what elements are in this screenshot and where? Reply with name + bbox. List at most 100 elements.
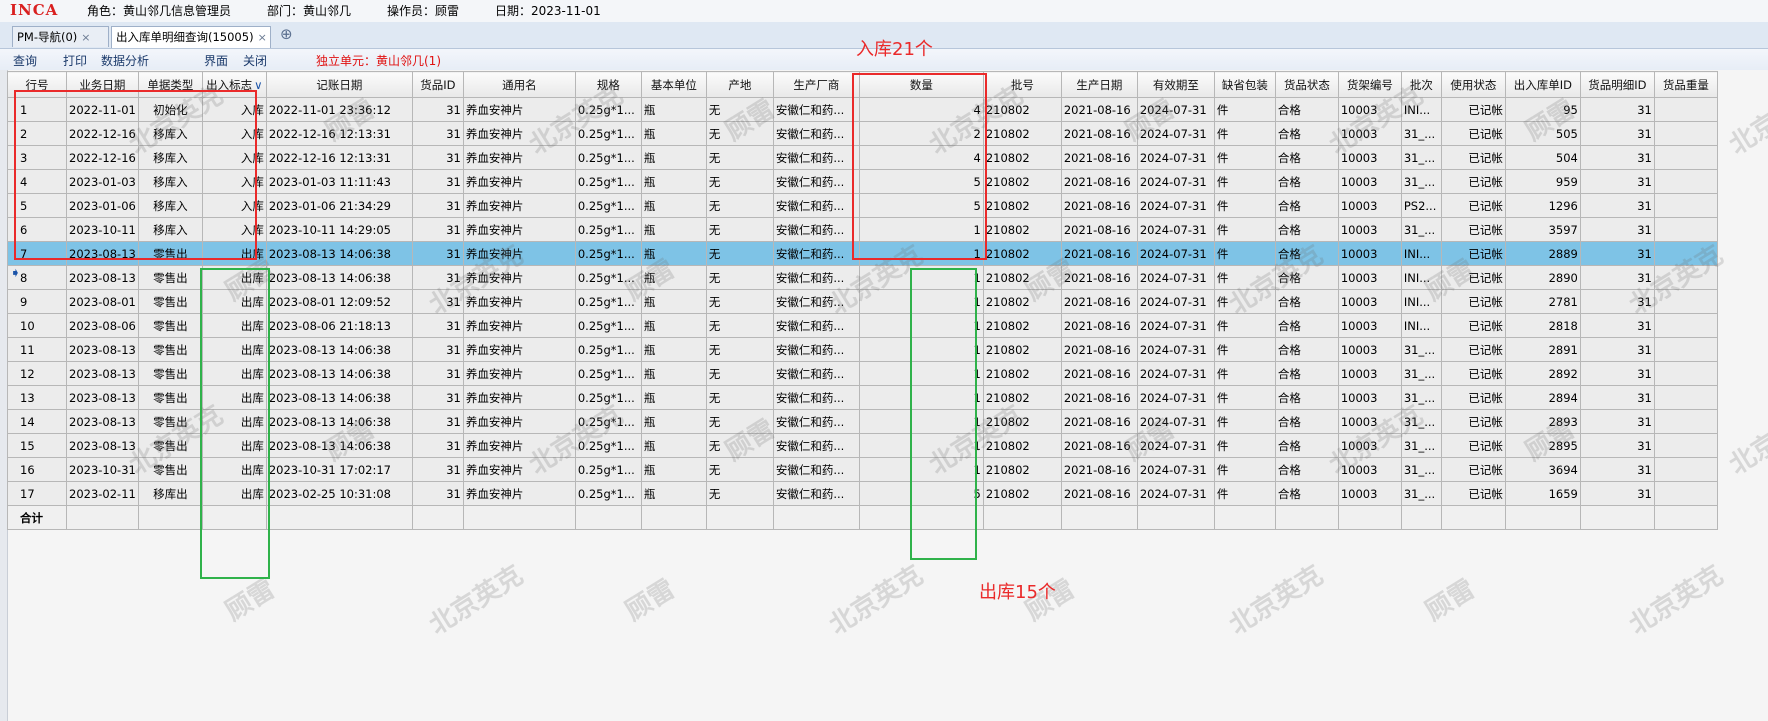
table-cell: 无 (705, 121, 774, 146)
table-cell: 31_... (1400, 457, 1442, 482)
table-cell: 件 (1213, 385, 1276, 410)
table-cell: 安徽仁和药... (772, 337, 860, 362)
table-cell: 已记帐 (1440, 289, 1506, 314)
table-cell: 0.25g*1... (574, 361, 642, 386)
column-header[interactable]: 货品ID (411, 71, 464, 98)
table-cell: 2021-08-16 (1060, 409, 1138, 434)
total-cell (640, 505, 707, 530)
table-cell (1653, 457, 1718, 482)
column-header[interactable]: 生产厂商 (772, 71, 860, 98)
table-cell: 2021-08-16 (1060, 385, 1138, 410)
table-cell: 210802 (982, 457, 1062, 482)
total-cell (705, 505, 774, 530)
table-cell: 零售出 (137, 457, 203, 482)
table-cell: 2024-07-31 (1136, 241, 1215, 266)
table-cell: 10003 (1337, 193, 1402, 218)
table-cell (1653, 409, 1718, 434)
table-cell: 0.25g*1... (574, 217, 642, 242)
table-cell: 31_... (1400, 217, 1442, 242)
table-cell (1653, 337, 1718, 362)
table-cell: 养血安神片 (462, 121, 576, 146)
menu-interface[interactable]: 界面 (204, 52, 228, 69)
menu-print[interactable]: 打印 (63, 52, 87, 69)
table-cell: 2024-07-31 (1136, 433, 1215, 458)
table-cell: 安徽仁和药... (772, 433, 860, 458)
table-cell: 2023-08-13 (66, 433, 139, 458)
column-header[interactable]: 使用状态 (1440, 71, 1506, 98)
column-header[interactable]: 生产日期 (1060, 71, 1138, 98)
add-tab-icon[interactable]: ⊕ (280, 25, 293, 43)
table-cell: 10003 (1337, 313, 1402, 338)
menu-close[interactable]: 关闭 (243, 52, 267, 69)
close-icon[interactable]: × (81, 31, 90, 44)
table-cell: 2023-08-13 14:06:38 (265, 385, 413, 410)
table-cell: 合格 (1274, 385, 1339, 410)
table-cell: 瓶 (640, 265, 707, 290)
table-cell: 31 (1579, 457, 1655, 482)
column-header[interactable]: 批次 (1400, 71, 1442, 98)
column-header[interactable]: 规格 (574, 71, 642, 98)
column-header[interactable]: 产地 (705, 71, 774, 98)
column-header[interactable]: 货品明细ID (1579, 71, 1655, 98)
table-cell: 件 (1213, 457, 1276, 482)
table-cell: 31 (411, 169, 464, 194)
menu-analysis[interactable]: 数据分析 (101, 52, 149, 69)
column-header[interactable]: 记账日期 (265, 71, 413, 98)
table-cell: 31 (1579, 169, 1655, 194)
table-cell (1653, 289, 1718, 314)
total-cell (1400, 505, 1442, 530)
column-header[interactable]: 基本单位 (640, 71, 707, 98)
table-cell: 合格 (1274, 241, 1339, 266)
table-cell: 2023-10-31 17:02:17 (265, 457, 413, 482)
total-cell (137, 505, 203, 530)
date-label: 日期：2023-11-01 (495, 4, 601, 18)
table-cell: 31_... (1400, 385, 1442, 410)
close-icon[interactable]: × (258, 31, 267, 44)
table-cell: 10003 (1337, 481, 1402, 506)
table-cell: 210802 (982, 217, 1062, 242)
table-cell: 件 (1213, 169, 1276, 194)
table-cell: 瓶 (640, 289, 707, 314)
table-cell: 31 (1579, 337, 1655, 362)
table-cell: 安徽仁和药... (772, 97, 860, 122)
table-cell: 31 (1579, 385, 1655, 410)
table-cell: 31 (1579, 145, 1655, 170)
table-cell: 210802 (982, 409, 1062, 434)
total-label: 合计 (7, 505, 67, 530)
column-header[interactable]: 批号 (982, 71, 1062, 98)
table-cell: 无 (705, 481, 774, 506)
total-cell (1504, 505, 1581, 530)
table-cell: 31_... (1400, 361, 1442, 386)
tab-inout-detail[interactable]: 出入库单明细查询(15005) × (111, 26, 271, 48)
table-cell: 安徽仁和药... (772, 385, 860, 410)
table-cell: 瓶 (640, 313, 707, 338)
table-cell: 养血安神片 (462, 97, 576, 122)
table-cell: 0.25g*1... (574, 481, 642, 506)
operator-label: 操作员：顾雷 (387, 4, 460, 18)
table-cell: 合格 (1274, 169, 1339, 194)
table-cell: 已记帐 (1440, 361, 1506, 386)
column-header[interactable]: 货架编号 (1337, 71, 1402, 98)
table-cell: 2023-08-13 14:06:38 (265, 265, 413, 290)
table-cell: 无 (705, 169, 774, 194)
table-cell: 安徽仁和药... (772, 241, 860, 266)
table-cell: 合格 (1274, 361, 1339, 386)
table-cell: 11 (7, 337, 67, 362)
column-header[interactable]: 缺省包装 (1213, 71, 1276, 98)
column-header[interactable]: 出入库单ID (1504, 71, 1581, 98)
table-cell: 件 (1213, 193, 1276, 218)
table-cell (1653, 433, 1718, 458)
menu-query[interactable]: 查询 (13, 52, 37, 69)
column-header[interactable]: 有效期至 (1136, 71, 1215, 98)
column-header[interactable]: 货品状态 (1274, 71, 1339, 98)
column-header[interactable]: 货品重量 (1653, 71, 1718, 98)
table-cell: 2021-08-16 (1060, 361, 1138, 386)
table-cell (1653, 481, 1718, 506)
table-cell: 210802 (982, 361, 1062, 386)
tab-pm-nav[interactable]: PM-导航(0) × (12, 26, 109, 47)
table-cell: 12 (7, 361, 67, 386)
table-cell: 件 (1213, 361, 1276, 386)
table-cell: 已记帐 (1440, 145, 1506, 170)
column-header[interactable]: 通用名 (462, 71, 576, 98)
table-cell: 2023-02-11 (66, 481, 139, 506)
